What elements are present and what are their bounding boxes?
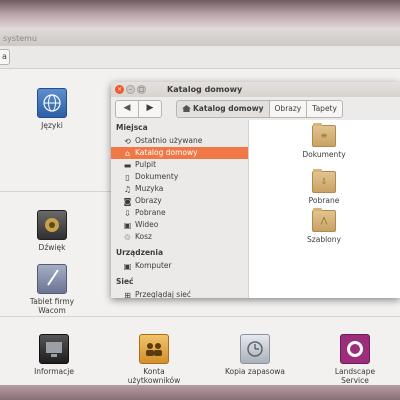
sidebar-item-desktop[interactable]: ▬ Pulpit — [111, 159, 248, 171]
folder-templates[interactable]: ⋀ Szablony — [294, 208, 354, 244]
file-view: ≡ Dokumenty ⇩ Pobrane ⋀ Szablony — [249, 120, 400, 298]
window-toolbar: ◀ ▶ Katalog domowy Obrazy Tapety — [111, 97, 400, 121]
sidebar-item-videos[interactable]: ▣ Wideo — [111, 219, 248, 231]
folder-label: Szablony — [307, 235, 341, 244]
launcher-label: Konta użytkowników — [127, 367, 181, 385]
sidebar-item-documents[interactable]: ▯ Dokumenty — [111, 171, 248, 183]
folder-documents[interactable]: ≡ Dokumenty — [294, 123, 354, 159]
folder-icon: ≡ — [312, 123, 336, 147]
folder-label: Pobrane — [308, 196, 340, 205]
launcher-backup[interactable]: Kopia zapasowa — [220, 334, 290, 376]
recent-icon: ⟲ — [124, 137, 131, 146]
video-icon: ▣ — [123, 221, 132, 230]
sidebar-header-devices: Urządzenia — [116, 248, 164, 257]
speaker-icon — [37, 210, 67, 240]
folder-label: Dokumenty — [302, 150, 346, 159]
launcher-landscape-service[interactable]: Landscape Service — [320, 334, 390, 385]
sidebar-item-home[interactable]: ⌂ Katalog domowy — [111, 147, 248, 159]
launcher-label: Informacje — [34, 367, 74, 376]
launcher-label: Tablet firmy Wacom — [29, 297, 75, 315]
window-title: Katalog domowy — [167, 85, 243, 94]
sidebar-header-places: Miejsca — [116, 123, 148, 132]
sidebar-item-browse-network[interactable]: ⊞ Przeglądaj sieć — [111, 289, 248, 298]
folder-downloads[interactable]: ⇩ Pobrane — [294, 169, 354, 205]
launcher-sound[interactable]: Dźwięk — [17, 210, 87, 252]
camera-icon: ◙ — [123, 197, 132, 206]
breadcrumb-wallpapers[interactable]: Tapety — [306, 100, 343, 118]
settings-toolbar: a — [0, 46, 400, 69]
folder-icon: ⇩ — [312, 169, 336, 193]
breadcrumb-pictures[interactable]: Obrazy — [268, 100, 308, 118]
breadcrumb-home[interactable]: Katalog domowy — [176, 100, 270, 118]
maximize-icon[interactable]: □ — [137, 85, 146, 94]
sidebar-item-pictures[interactable]: ◙ Obrazy — [111, 195, 248, 207]
launcher-label: Landscape Service — [334, 367, 376, 385]
back-button[interactable]: ◀ — [115, 100, 139, 118]
sidebar-item-recent[interactable]: ⟲ Ostatnio używane — [111, 135, 248, 147]
users-icon — [139, 334, 169, 364]
all-settings-button[interactable]: a — [0, 49, 10, 65]
computer-icon: ▣ — [123, 262, 132, 271]
sidebar-header-network: Sieć — [116, 277, 134, 286]
folder-icon: ⋀ — [312, 208, 336, 232]
backup-clock-icon — [240, 334, 270, 364]
launcher-label: Kopia zapasowa — [224, 367, 286, 376]
launcher-label: Języki — [41, 121, 63, 130]
desktop-icon: ▬ — [123, 161, 132, 170]
forward-button[interactable]: ▶ — [138, 100, 162, 118]
home-icon: ⌂ — [124, 149, 131, 158]
close-icon[interactable]: × — [115, 85, 124, 94]
tablet-pen-icon — [37, 264, 67, 294]
file-manager-window: × – □ Katalog domowy ◀ ▶ Katalog domowy … — [111, 82, 400, 298]
documents-icon: ▯ — [125, 173, 130, 182]
home-icon — [182, 105, 191, 112]
section-divider — [0, 316, 400, 317]
network-icon: ⊞ — [124, 291, 131, 299]
minimize-icon[interactable]: – — [126, 85, 135, 94]
launcher-languages[interactable]: Języki — [17, 88, 87, 130]
breadcrumb: Katalog domowy Obrazy Tapety — [176, 100, 343, 118]
launcher-user-accounts[interactable]: Konta użytkowników — [119, 334, 189, 385]
desktop-bottom-edge — [0, 385, 400, 400]
music-icon: ♫ — [123, 185, 132, 194]
places-sidebar: Miejsca ⟲ Ostatnio używane ⌂ Katalog domow… — [111, 120, 249, 298]
download-icon: ⇩ — [124, 209, 131, 218]
settings-titlebar: systemu — [0, 30, 400, 46]
sidebar-item-downloads[interactable]: ⇩ Pobrane — [111, 207, 248, 219]
launcher-system-info[interactable]: Informacje — [19, 334, 89, 376]
landscape-icon — [340, 334, 370, 364]
globe-flag-icon — [37, 88, 67, 118]
window-titlebar[interactable]: × – □ Katalog domowy — [111, 82, 400, 97]
trash-icon: ♲ — [123, 233, 132, 242]
system-info-icon — [39, 334, 69, 364]
sidebar-item-computer[interactable]: ▣ Komputer — [111, 260, 248, 272]
launcher-label: Dźwięk — [38, 243, 66, 252]
settings-title: systemu — [3, 34, 37, 43]
launcher-wacom-tablet[interactable]: Tablet firmy Wacom — [17, 264, 87, 315]
sidebar-item-trash[interactable]: ♲ Kosz — [111, 231, 248, 243]
sidebar-item-music[interactable]: ♫ Muzyka — [111, 183, 248, 195]
